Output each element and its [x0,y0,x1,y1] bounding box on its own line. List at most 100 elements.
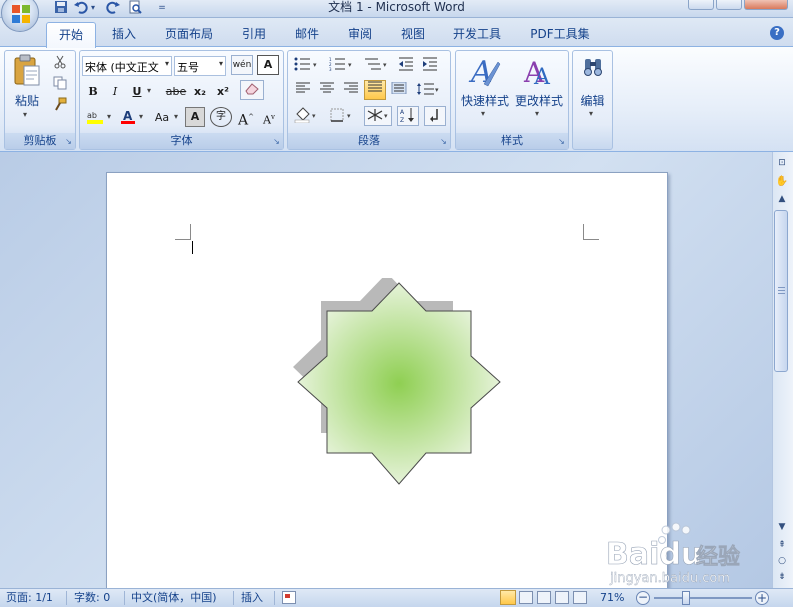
tab-page-layout[interactable]: 页面布局 [158,22,220,46]
baidu-watermark: Baidu 经验 jingyan.baidu.com [606,522,740,586]
select-browse-object-icon[interactable]: ○ [775,556,789,568]
numbering-button[interactable]: 1 2 3 ▾ [327,56,357,76]
highlighter-icon: ab [87,111,103,124]
tab-pdf-tools[interactable]: PDF工具集 [522,22,598,46]
align-left-button[interactable] [292,81,314,101]
tab-review[interactable]: 审阅 [340,22,380,46]
italic-button[interactable]: I [106,82,124,102]
font-size-combobox[interactable]: 五号 ▾ [174,56,226,76]
editing-button[interactable]: 编辑 ▾ [575,54,610,124]
multilevel-list-button[interactable]: ▾ [362,56,392,76]
hand-icon[interactable]: ✋ [775,176,789,190]
superscript-button[interactable]: x² [213,82,233,102]
svg-text:3: 3 [329,67,332,71]
zoom-slider-track[interactable] [654,597,752,599]
sort-button[interactable]: AZ [397,106,419,126]
next-page-icon[interactable]: ⇟ [775,572,789,584]
dialog-launcher-icon[interactable]: ↘ [439,137,448,146]
highlight-dropdown-icon[interactable]: ▾ [107,112,111,121]
grow-font-button[interactable]: A^ [236,107,256,129]
page-count-status[interactable]: 页面: 1/1 [6,590,53,606]
zoom-out-icon[interactable]: − [636,591,650,605]
align-right-button[interactable] [340,81,362,101]
maximize-button[interactable] [716,0,742,10]
shrink-font-button[interactable]: Av [259,107,279,127]
scroll-down-icon[interactable]: ▼ [775,522,789,534]
scissors-icon [54,55,66,69]
phonetic-guide-icon: wén [232,60,252,70]
distributed-button[interactable] [388,81,410,101]
macro-recording-icon[interactable] [282,591,296,604]
ruler-toggle-icon[interactable]: ⊡ [775,158,789,172]
tab-view[interactable]: 视图 [393,22,433,46]
cut-button[interactable] [50,54,70,74]
svg-text:▾: ▾ [347,112,351,120]
font-color-dropdown-icon[interactable]: ▾ [139,112,143,121]
paste-button[interactable]: 粘贴 ▾ [10,54,44,122]
tab-home[interactable]: 开始 [46,22,96,48]
chevron-down-icon: ▾ [218,59,223,68]
tab-mailings[interactable]: 邮件 [287,22,327,46]
svg-text:▾: ▾ [384,112,388,120]
scroll-thumb[interactable] [774,210,788,372]
underline-dropdown-icon[interactable]: ▾ [147,86,151,95]
bullets-button[interactable]: ▾ [292,56,322,76]
minimize-button[interactable] [688,0,714,10]
web-layout-icon[interactable] [537,591,551,604]
phonetic-guide-button[interactable]: wén [231,55,253,75]
shading-button[interactable]: ▾ [292,106,322,126]
sort-icon: AZ [400,108,414,124]
zoom-level[interactable]: 71% [600,590,624,606]
scroll-up-icon[interactable]: ▲ [775,194,789,206]
svg-text:ab: ab [87,111,97,120]
font-color-button[interactable]: A [118,108,138,128]
previous-page-icon[interactable]: ⇞ [775,540,789,552]
line-spacing-button[interactable]: ▾ [414,81,442,101]
enclose-characters-button[interactable]: 字 [210,107,232,127]
tab-insert[interactable]: 插入 [104,22,144,46]
tab-developer[interactable]: 开发工具 [446,22,508,46]
styles-group-label: 样式 ↘ [456,133,568,149]
copy-button[interactable] [50,75,70,95]
dialog-launcher-icon[interactable]: ↘ [557,137,566,146]
strikethrough-button[interactable]: abe [164,82,188,102]
highlight-button[interactable]: ab [84,108,106,128]
word-count-status[interactable]: 字数: 0 [74,590,110,606]
subscript-button[interactable]: x₂ [190,82,210,102]
help-icon[interactable]: ? [770,26,784,40]
text-effects-button[interactable] [240,80,264,100]
outline-view-icon[interactable] [555,591,569,604]
increase-indent-button[interactable] [420,56,440,76]
watermark-brand-cn: 经验 [696,544,740,570]
quick-styles-button[interactable]: A 快速样式 ▾ [459,54,511,124]
change-styles-button[interactable]: A A 更改样式 ▾ [512,54,566,124]
format-painter-button[interactable] [50,96,70,116]
show-marks-button[interactable] [424,106,446,126]
full-screen-reading-icon[interactable] [519,591,533,604]
borders-button[interactable]: ▾ [327,106,357,126]
zoom-slider-thumb[interactable] [682,591,690,605]
justify-button[interactable] [364,80,386,100]
print-layout-view-icon[interactable] [500,590,516,605]
watermark-brand: Baidu [606,537,702,572]
eight-point-star-shape[interactable] [288,278,508,492]
font-label: 字体 [170,134,193,147]
bold-button[interactable]: B [84,82,102,102]
clear-formatting-button[interactable]: A [257,55,279,75]
char-shading-button[interactable]: A [185,107,205,127]
dialog-launcher-icon[interactable]: ↘ [272,137,281,146]
underline-button[interactable]: U [128,82,146,102]
change-case-dropdown-icon[interactable]: ▾ [174,112,178,121]
tab-references[interactable]: 引用 [234,22,274,46]
dialog-launcher-icon[interactable]: ↘ [64,137,73,146]
draft-view-icon[interactable] [573,591,587,604]
chinese-layout-button[interactable]: ▾ [364,106,392,126]
change-case-button[interactable]: Aa [150,108,174,128]
close-button[interactable] [744,0,788,10]
language-status[interactable]: 中文(简体，中国) [131,590,217,606]
decrease-indent-button[interactable] [396,56,416,76]
align-center-button[interactable] [316,81,338,101]
zoom-in-icon[interactable]: + [755,591,769,605]
insert-mode-status[interactable]: 插入 [241,590,263,606]
font-name-combobox[interactable]: 宋体 (中文正文 ▾ [82,56,172,76]
